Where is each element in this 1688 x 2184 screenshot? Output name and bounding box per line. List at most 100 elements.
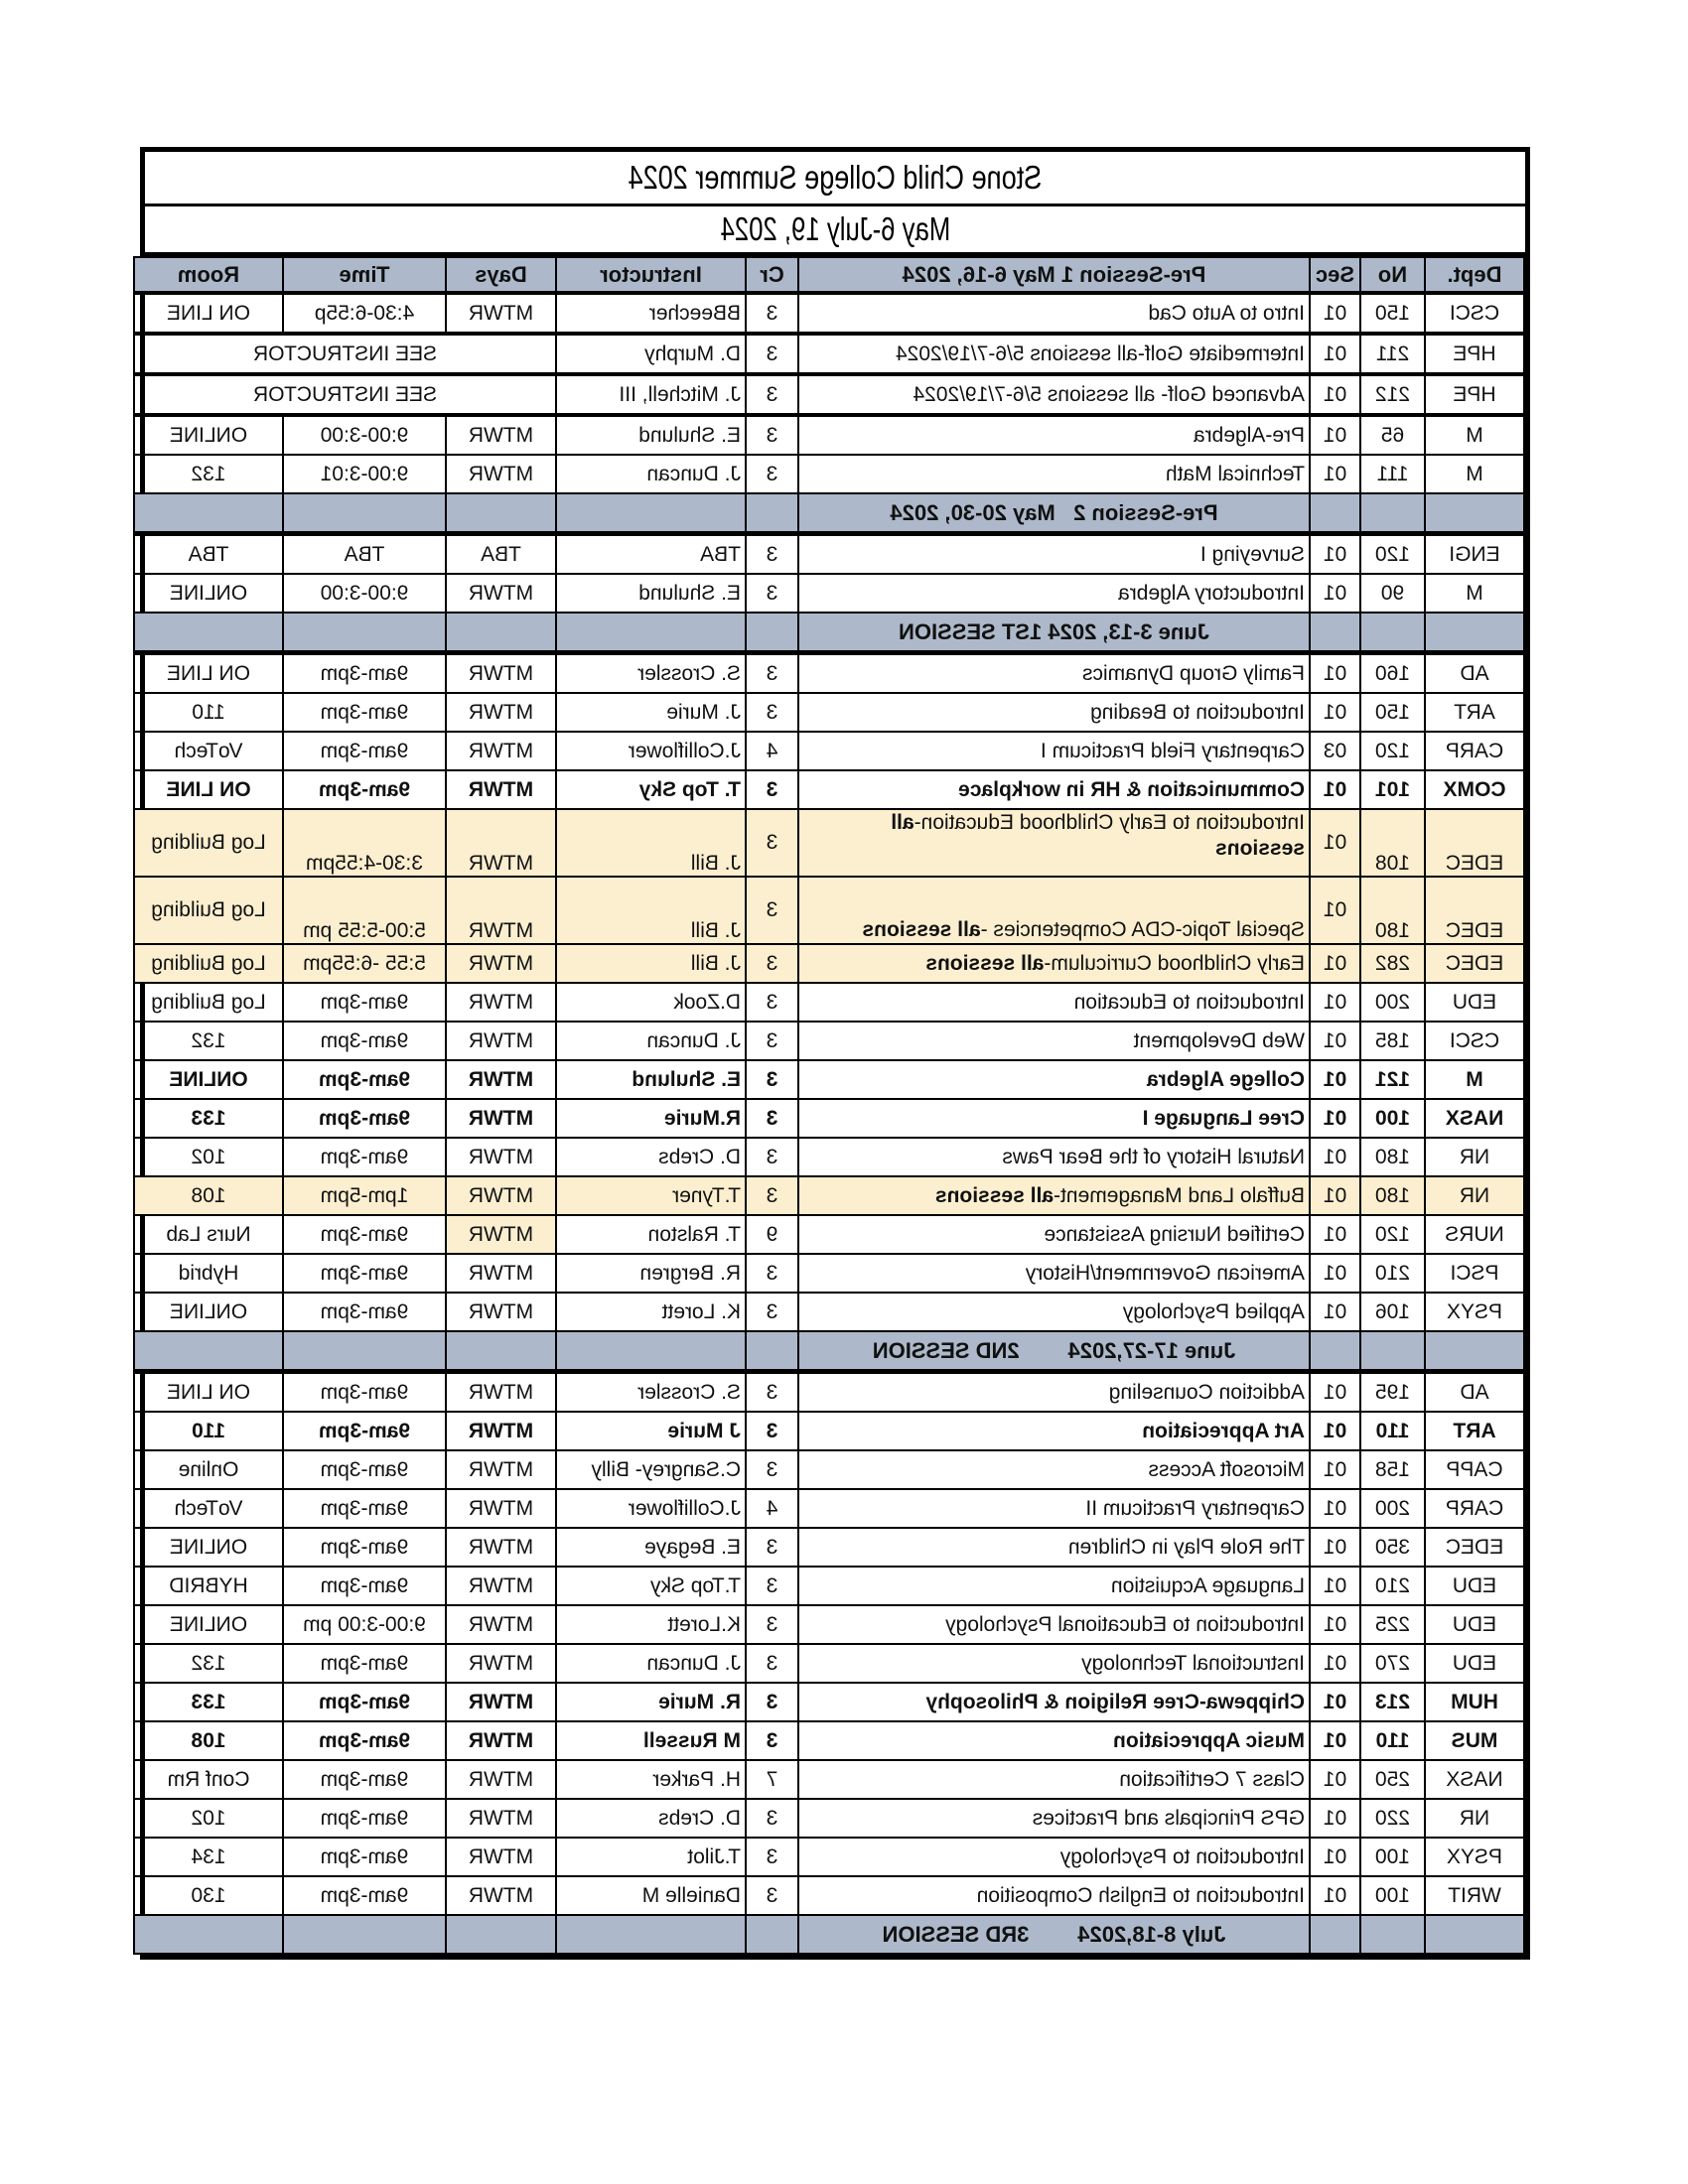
instructor-cell: T.Jilot	[556, 1838, 746, 1876]
course-title-cell: Addiction Counseling	[798, 1371, 1310, 1412]
instructor-cell: J. Duncan	[556, 455, 746, 493]
credits-cell: 3	[746, 877, 798, 944]
room-cell: 133	[134, 1099, 283, 1138]
session-label: June 17-27,2024 2ND SESSION	[798, 1331, 1310, 1372]
course-number-cell: 90	[1360, 574, 1425, 613]
section-cell: 01	[1310, 770, 1360, 809]
course-number-cell: 195	[1360, 1371, 1425, 1412]
course-title: Microsoft Access	[1148, 1457, 1305, 1481]
course-number-cell: 101	[1360, 770, 1425, 809]
course-row: AD 160 01 Family Group Dynamics 3 S. Crossler…	[134, 652, 1524, 693]
credits-cell: 3	[746, 533, 798, 574]
session-empty-cell	[134, 1331, 283, 1372]
dept-cell: NR	[1425, 1799, 1524, 1838]
room-cell: 132	[134, 1022, 283, 1060]
course-row: M 65 01 Pre-Algebra 3 E. Shulund MTWR 9:00-3:00…	[134, 415, 1524, 455]
course-title-cell: Pre-Algebra	[798, 415, 1310, 455]
instructor-cell: S. Crossler	[556, 652, 746, 693]
room-cell: 102	[134, 1138, 283, 1176]
time-cell: 9:00-3:01	[283, 455, 446, 493]
course-row: EDU 200 01 Introduction to Education 3 D.Zook…	[134, 983, 1524, 1022]
session-empty-cell	[1360, 493, 1425, 534]
course-title: American Government/History	[1025, 1261, 1305, 1285]
dept-cell: EDEC	[1425, 1528, 1524, 1567]
instructor-cell: J Murie	[556, 1412, 746, 1450]
course-number-cell: 200	[1360, 1489, 1425, 1528]
time-cell: 4:30-6:55p	[283, 293, 446, 334]
instructor-cell: J. Duncan	[556, 1022, 746, 1060]
days-cell: MTWR	[446, 1450, 556, 1489]
room-cell: ONLINE	[134, 1293, 283, 1331]
session-empty-cell	[556, 493, 746, 534]
instructor-cell: BBeecher	[556, 293, 746, 334]
course-number-cell: 111	[1360, 455, 1425, 493]
session-empty-cell	[134, 493, 283, 534]
course-title-emphasis: all sessions	[934, 1183, 1055, 1207]
course-title-cell: Introduction to Education	[798, 983, 1310, 1022]
course-row: EDU 270 01 Instructional Technology 3 J. Dunc…	[134, 1644, 1524, 1683]
dept-cell: PSYX	[1425, 1293, 1524, 1331]
section-cell: 01	[1310, 1528, 1360, 1567]
days-cell: MTWR	[446, 1412, 556, 1450]
dept-cell: EDU	[1425, 1567, 1524, 1605]
time-cell: 9am-3pm	[283, 1450, 446, 1489]
credits-cell: 3	[746, 1060, 798, 1099]
room-cell: ON LINE	[134, 652, 283, 693]
course-title-cell: Chippewa-Cree Religion & Philosophy	[798, 1683, 1310, 1721]
room-cell: 134	[134, 1838, 283, 1876]
section-cell: 01	[1310, 809, 1360, 877]
dept-cell: NR	[1425, 1176, 1524, 1215]
days-cell: MTWR	[446, 1254, 556, 1293]
days-cell: MTWR	[446, 1060, 556, 1099]
days-cell: MTWR	[446, 293, 556, 334]
dept-cell: NASX	[1425, 1099, 1524, 1138]
room-cell: 110	[134, 693, 283, 732]
session-header-session1: June 3-13, 2024 1ST SESSION	[134, 613, 1524, 653]
course-title-cell: Intro to Auto Cad	[798, 293, 1310, 334]
session-empty-cell	[134, 613, 283, 653]
room-cell: ON LINE	[134, 770, 283, 809]
days-cell: MTWR	[446, 1099, 556, 1138]
course-row: M 90 01 Introductory Algebra 3 E. Shulund MTWR…	[134, 574, 1524, 613]
table-header-row: Dept. No Sec Pre-Session 1 May 6-16, 202…	[134, 257, 1524, 293]
course-number-cell: 250	[1360, 1760, 1425, 1799]
credits-cell: 3	[746, 1450, 798, 1489]
header-sec: Sec	[1310, 257, 1360, 293]
instructor-cell: R.Murie	[556, 1099, 746, 1138]
days-cell: MTWR	[446, 770, 556, 809]
days-cell: MTWR	[446, 1721, 556, 1760]
instructor-cell: J. Bill	[556, 944, 746, 983]
course-title-cell: Advanced Golf- all sessions 5/6-7/19/202…	[798, 374, 1310, 415]
days-cell: MTWR	[446, 1876, 556, 1915]
section-cell: 01	[1310, 1567, 1360, 1605]
room-cell: ONLINE	[134, 1528, 283, 1567]
course-title-cell: Technical Math	[798, 455, 1310, 493]
days-cell: MTWR	[446, 574, 556, 613]
section-cell: 01	[1310, 1450, 1360, 1489]
dept-cell: HUM	[1425, 1683, 1524, 1721]
course-number-cell: 160	[1360, 652, 1425, 693]
course-title: Introduction to Early Childhood Educatio…	[914, 811, 1305, 834]
room-cell: Conf Rm	[134, 1760, 283, 1799]
time-cell: 9am-3pm	[283, 1022, 446, 1060]
course-row: PSCI 210 01 American Government/History 3 R. …	[134, 1254, 1524, 1293]
course-row: EDEC 180 01 Special Topic-CDA Competencies …	[134, 877, 1524, 944]
course-row: HPE 211 01 Intermediate Golf-all sessions 5…	[134, 334, 1524, 374]
room-cell: 108	[134, 1176, 283, 1215]
days-cell: MTWR	[446, 1644, 556, 1683]
credits-cell: 3	[746, 1838, 798, 1876]
time-cell: 9am-3pm	[283, 770, 446, 809]
course-title-cell: The Role Play in Children	[798, 1528, 1310, 1567]
instructor-cell: D. Crebs	[556, 1799, 746, 1838]
section-cell: 01	[1310, 415, 1360, 455]
course-row: EDU 210 01 Language Acquistion 3 T.Top Sky MTW…	[134, 1567, 1524, 1605]
session-header-session3: July 8-18,2024 3RD SESSION	[134, 1915, 1524, 1954]
course-row: ART 150 01 Introduction to Beading 3 J. Murie…	[134, 693, 1524, 732]
dept-cell: CAPP	[1425, 1450, 1524, 1489]
dept-cell: EDEC	[1425, 944, 1524, 983]
session-empty-cell	[283, 613, 446, 653]
session-empty-cell	[1310, 493, 1360, 534]
section-cell: 01	[1310, 334, 1360, 374]
section-cell: 01	[1310, 1876, 1360, 1915]
course-number-cell: 108	[1360, 809, 1425, 877]
